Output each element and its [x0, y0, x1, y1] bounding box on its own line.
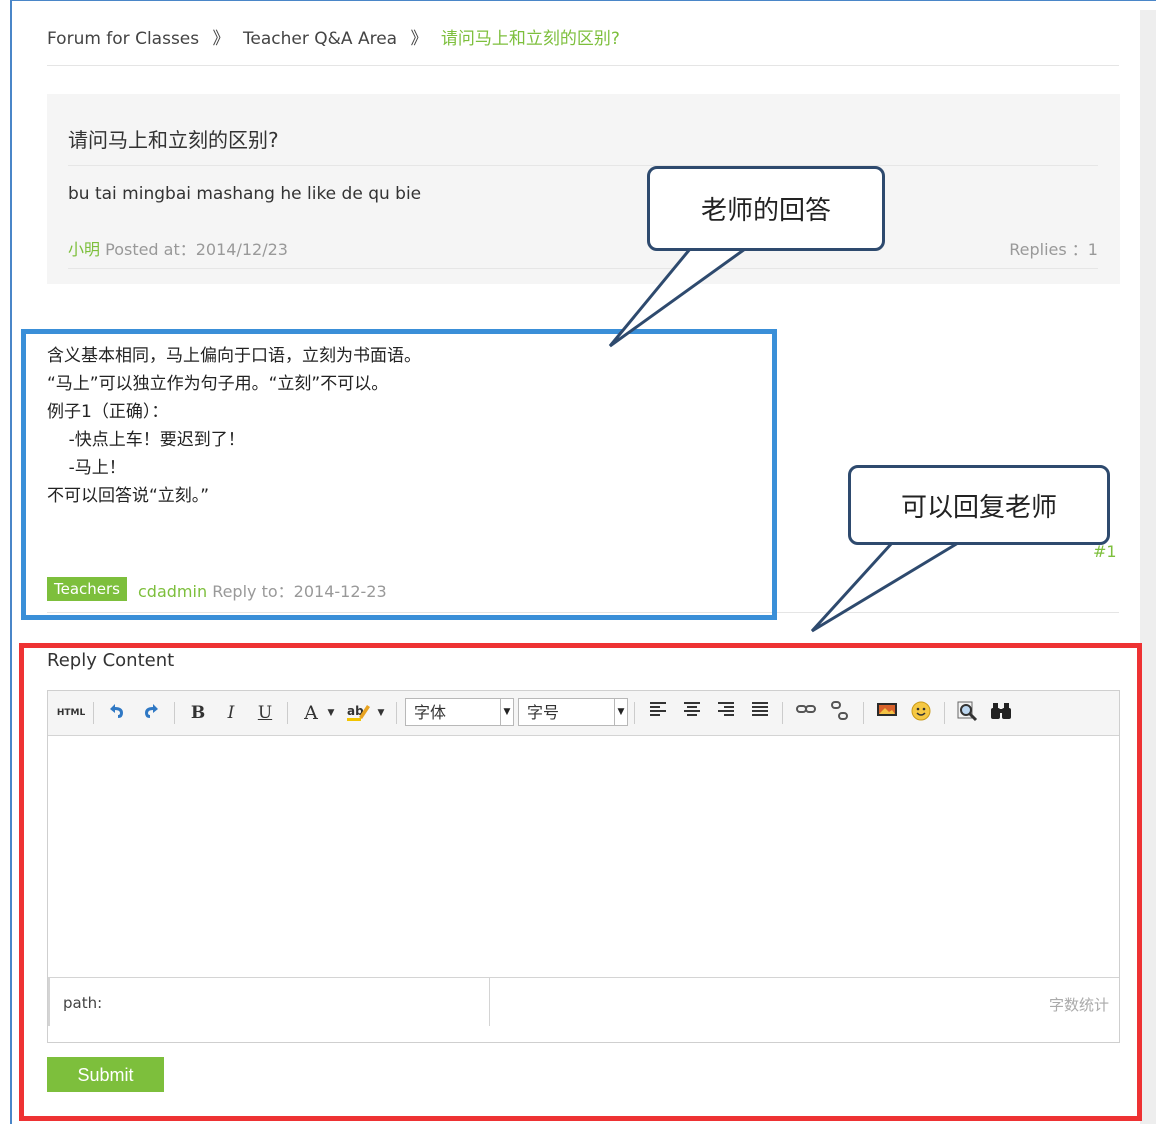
breadcrumb-forum-link[interactable]: Forum for Classes	[47, 29, 199, 49]
replies-count: Replies ：1	[1009, 240, 1098, 259]
question-author-link[interactable]: 小明	[68, 240, 100, 259]
divider	[68, 165, 1098, 166]
breadcrumb-separator: 》	[212, 29, 230, 49]
question-title: 请问马上和立刻的区别?	[68, 128, 279, 152]
breadcrumb-separator: 》	[410, 29, 428, 49]
callout-can-reply: 可以回复老师	[848, 465, 1110, 545]
question-panel: 请问马上和立刻的区别? bu tai mingbai mashang he li…	[47, 94, 1120, 284]
breadcrumb: Forum for Classes 》 Teacher Q&A Area 》 请…	[47, 24, 620, 52]
teacher-answer-highlight-box	[21, 329, 777, 620]
question-meta: 小明 Posted at：2014/12/23	[68, 236, 288, 260]
breadcrumb-area-link[interactable]: Teacher Q&A Area	[243, 29, 397, 49]
page-scrollbar-gutter	[1140, 10, 1156, 1124]
breadcrumb-current-topic: 请问马上和立刻的区别?	[440, 29, 620, 49]
divider	[68, 268, 1098, 269]
frame-left-border	[10, 0, 12, 1124]
frame-top-border	[10, 0, 1156, 1]
callout-teacher-answer: 老师的回答	[647, 166, 885, 251]
question-body: bu tai mingbai mashang he like de qu bie	[68, 184, 422, 204]
reply-form-highlight-box	[19, 643, 1142, 1121]
divider	[47, 65, 1119, 66]
question-posted-date: Posted at：2014/12/23	[105, 240, 288, 259]
